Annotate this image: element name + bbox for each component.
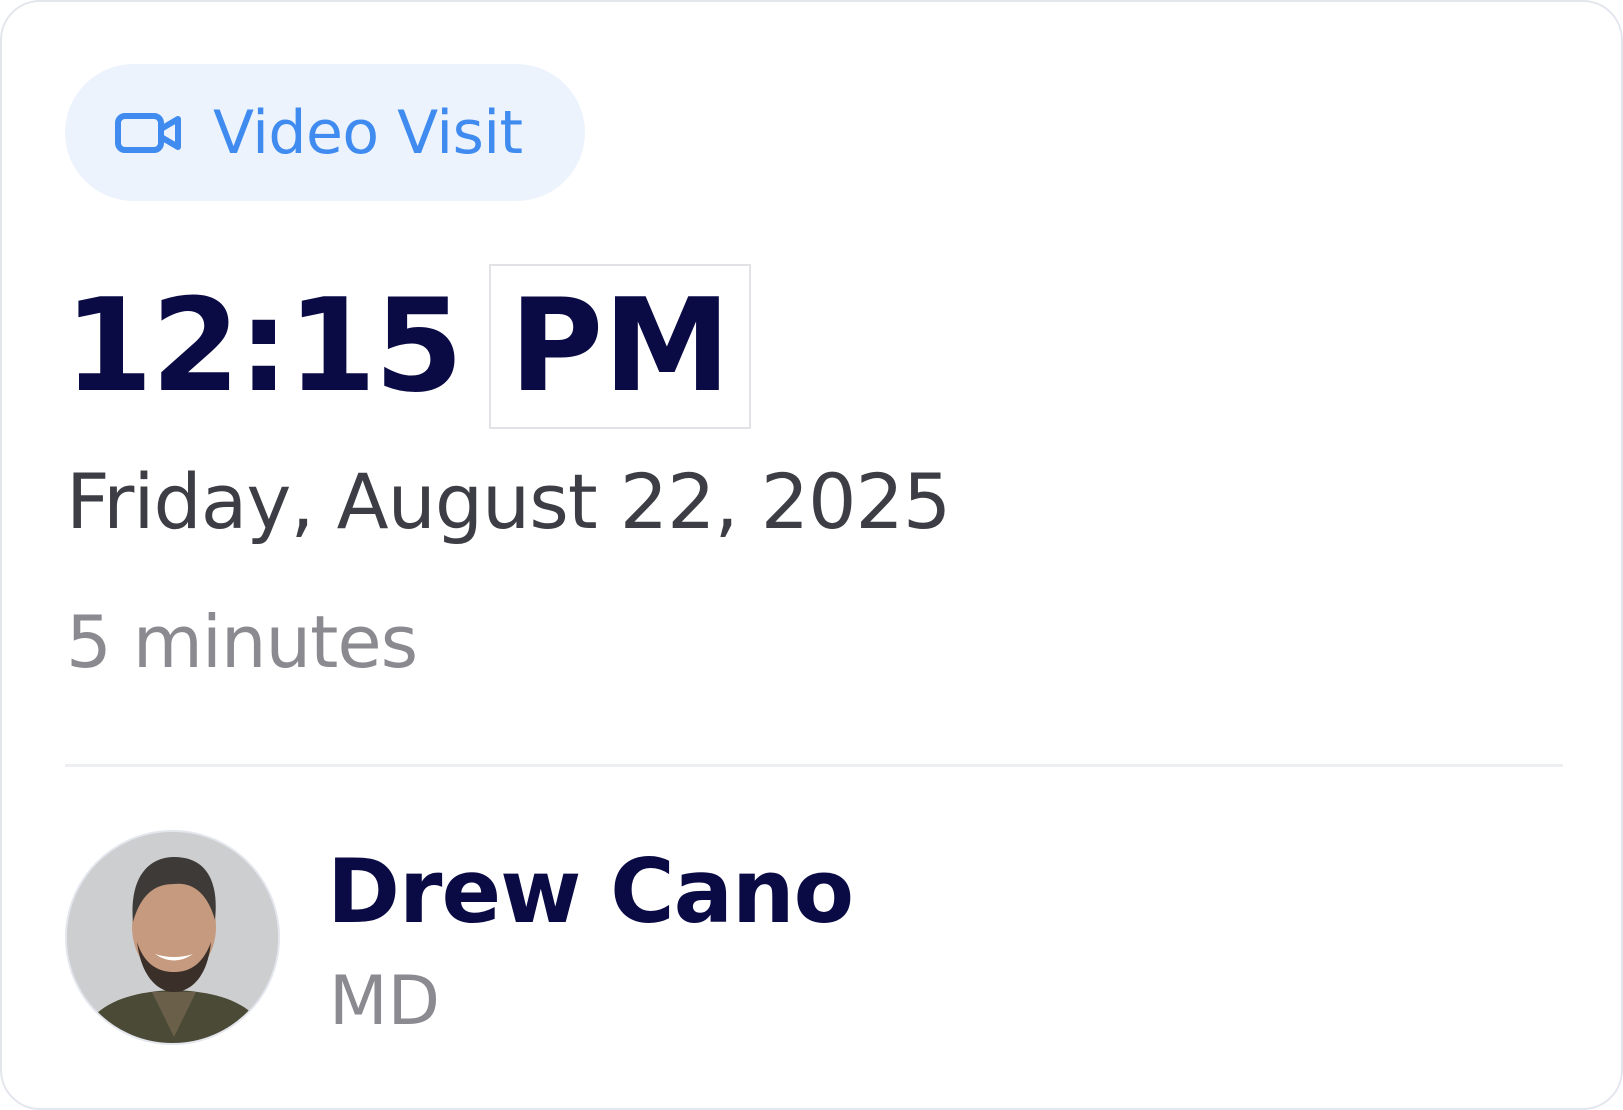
video-camera-icon	[115, 111, 183, 155]
provider-avatar	[65, 830, 280, 1045]
appointment-duration: 5 minutes	[66, 600, 418, 684]
appointment-date: Friday, August 22, 2025	[66, 457, 951, 546]
provider-credential: MD	[329, 962, 441, 1041]
provider-name: Drew Cano	[327, 840, 854, 943]
appointment-card[interactable]: Video Visit 12:15 PM Friday, August 22, …	[0, 0, 1623, 1110]
visit-type-label: Video Visit	[213, 97, 523, 168]
appointment-time: 12:15 PM	[64, 264, 751, 429]
visit-type-badge: Video Visit	[65, 64, 585, 201]
divider	[65, 764, 1563, 767]
time-value: 12:15	[64, 271, 463, 421]
time-ampm: PM	[489, 264, 751, 429]
